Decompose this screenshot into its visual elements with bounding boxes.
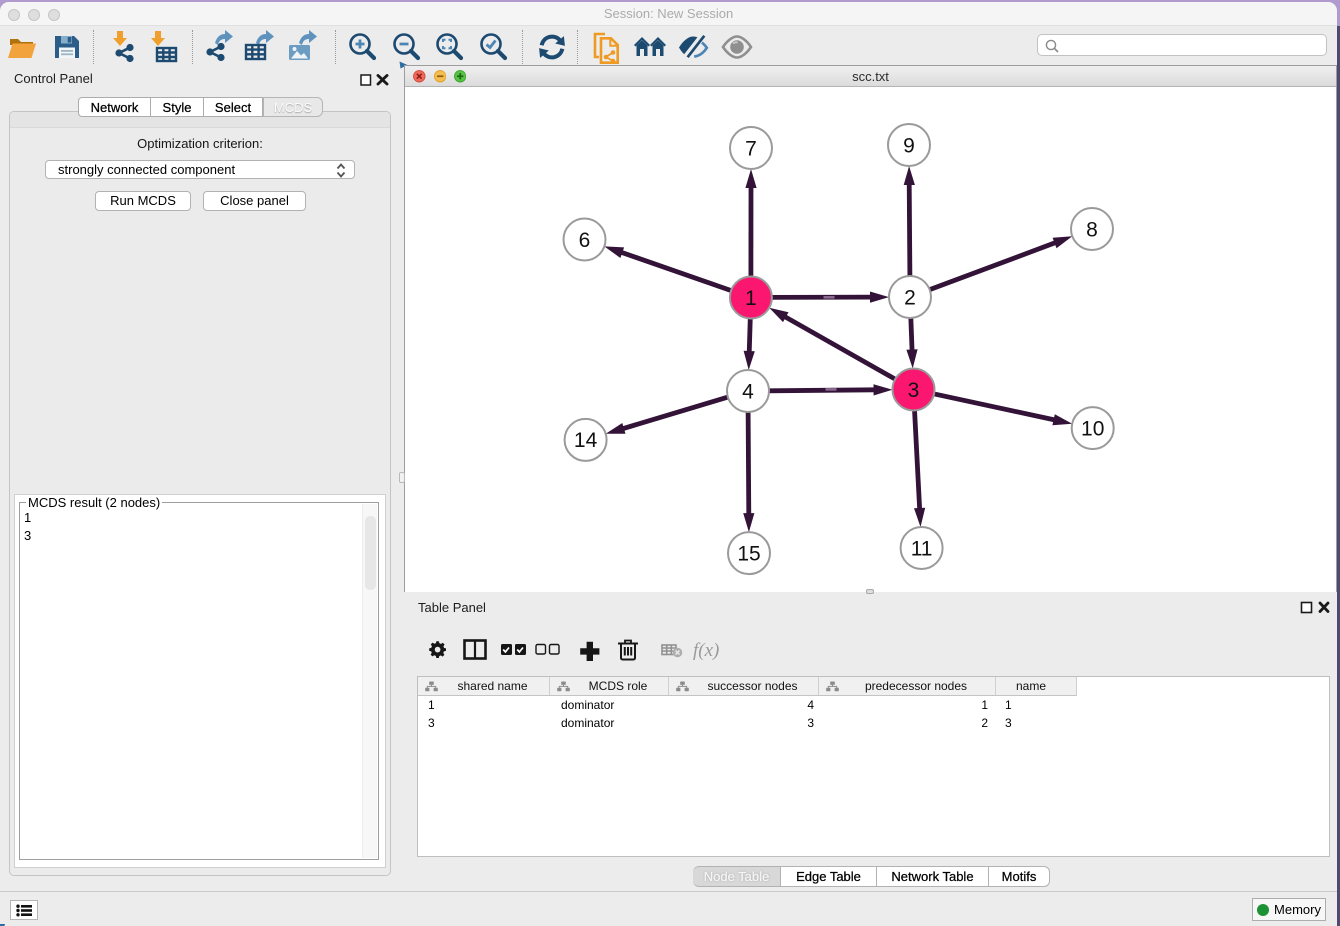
svg-text:3: 3: [908, 379, 920, 402]
svg-text:10: 10: [1081, 417, 1104, 440]
svg-text:2: 2: [904, 286, 916, 309]
svg-text:14: 14: [574, 429, 598, 452]
svg-text:f(x): f(x): [693, 640, 719, 661]
svg-text:9: 9: [903, 134, 915, 157]
svg-text:6: 6: [579, 229, 591, 252]
svg-text:4: 4: [742, 380, 754, 403]
svg-text:7: 7: [745, 137, 757, 160]
svg-text:8: 8: [1086, 218, 1098, 241]
svg-text:15: 15: [737, 542, 760, 565]
svg-text:11: 11: [911, 537, 933, 560]
svg-text:1: 1: [745, 287, 757, 310]
